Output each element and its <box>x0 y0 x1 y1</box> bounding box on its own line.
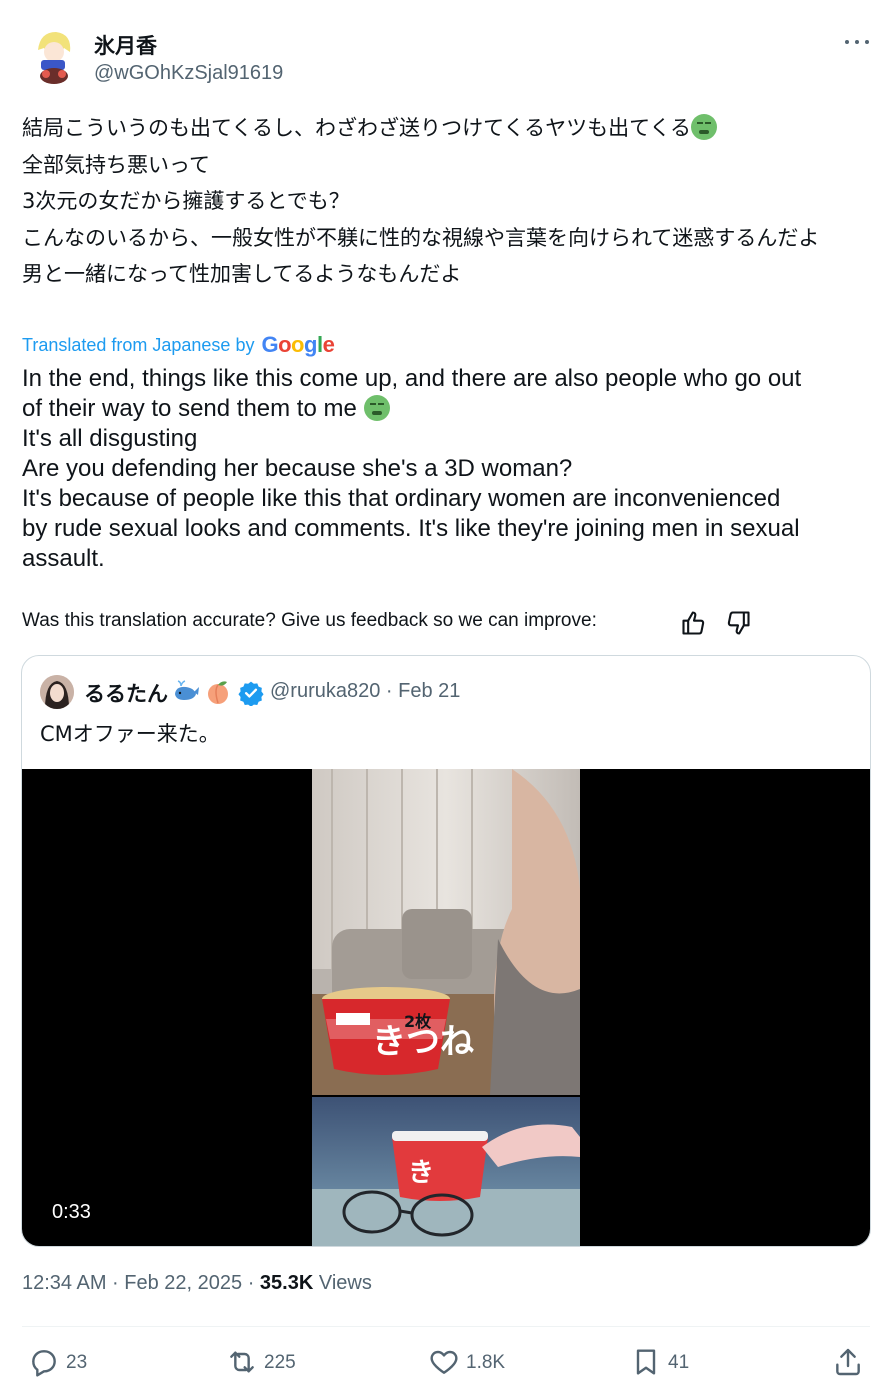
translated-by-link[interactable]: Translated from Japanese by Google <box>22 332 335 358</box>
quoted-author-avatar[interactable] <box>40 675 74 709</box>
thumbs-down-icon[interactable] <box>724 609 752 637</box>
tweet-translation: In the end, things like this come up, an… <box>22 364 874 574</box>
quoted-author-name[interactable]: るるたん <box>84 678 168 708</box>
author-name[interactable]: 氷月香 <box>94 30 157 60</box>
bookmark-icon <box>636 1349 656 1375</box>
reply-icon <box>32 1350 56 1377</box>
translation-feedback-prompt: Was this translation accurate? Give us f… <box>22 610 597 631</box>
translation-line: assault. <box>22 545 105 572</box>
video-frame-product: きつね 2枚 <box>312 769 580 1095</box>
bookmark-count: 41 <box>668 1352 690 1373</box>
translation-line: by rude sexual looks and comments. It's … <box>22 515 800 542</box>
author-avatar[interactable] <box>24 26 84 86</box>
translation-line: It's all disgusting <box>22 425 198 452</box>
google-logo: Google <box>261 332 335 357</box>
heart-icon <box>430 1350 458 1374</box>
nauseated-face-icon <box>363 395 390 421</box>
translation-line: Are you defending her because she's a 3D… <box>22 455 573 482</box>
video-frame-anime: き <box>312 1097 580 1246</box>
more-options-icon[interactable] <box>842 30 872 54</box>
quoted-tweet-card[interactable]: るるたん @ruruka820 · Feb 21 CMオファー来た。 きつね 2… <box>21 655 871 1247</box>
reply-count: 23 <box>66 1352 88 1373</box>
author-handle[interactable]: @wGOhKzSjal91619 <box>94 62 283 85</box>
tweet-timestamp[interactable]: 12:34 AM · Feb 22, 2025 · 35.3K Views <box>22 1272 372 1295</box>
tweet-line: 男と一緒になって性加害してるようなもんだよ <box>22 262 462 286</box>
tweet-line: 結局こういうのも出てくるし、わざわざ送りつけてくるヤツも出てくる <box>22 110 872 147</box>
video-duration: 0:33 <box>52 1201 91 1223</box>
verified-badge-icon <box>238 681 264 706</box>
divider <box>22 1326 870 1327</box>
peach-icon <box>208 681 228 704</box>
svg-text:き: き <box>408 1158 434 1188</box>
share-icon <box>836 1348 860 1376</box>
quoted-handle-date[interactable]: @ruruka820 · Feb 21 <box>270 680 460 703</box>
anime-avatar-icon <box>24 26 84 86</box>
tweet-line: 全部気持ち悪いって <box>22 152 210 177</box>
views-count: 35.3K <box>259 1272 314 1294</box>
tweet-line: 3次元の女だから擁護するとでも？ <box>22 189 350 213</box>
nauseated-face-icon <box>691 114 718 140</box>
like-count: 1.8K <box>466 1352 506 1373</box>
video-player[interactable]: きつね 2枚 き 0:33 <box>22 769 870 1246</box>
thumbs-up-icon[interactable] <box>680 609 708 637</box>
whale-icon <box>175 680 199 700</box>
tweet-original-text: 結局こういうのも出てくるし、わざわざ送りつけてくるヤツも出てくる 全部気持ち悪い… <box>22 110 872 293</box>
retweet-count: 225 <box>264 1352 296 1373</box>
translation-line: It's because of people like this that or… <box>22 485 781 512</box>
tweet-line: こんなのいるから、一般女性が不躾に性的な視線や言葉を向けられて迷惑するんだよ <box>22 225 820 250</box>
quoted-tweet-text: CMオファー来た。 <box>40 722 220 746</box>
translation-line: of their way to send them to me <box>22 394 874 424</box>
translation-line: In the end, things like this come up, an… <box>22 365 802 392</box>
svg-text:2枚: 2枚 <box>404 1012 432 1031</box>
retweet-icon <box>230 1351 254 1373</box>
